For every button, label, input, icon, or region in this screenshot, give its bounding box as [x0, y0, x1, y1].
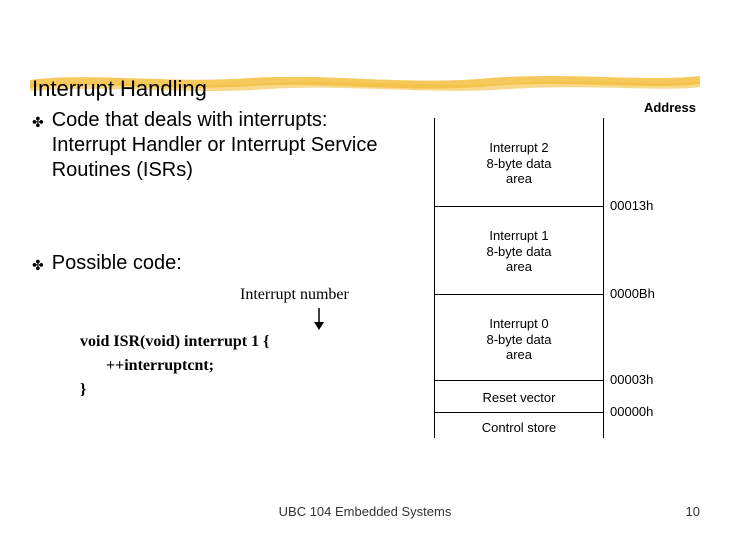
addr-00003h: 00003h [610, 372, 653, 387]
bullet-icon: ✤ [32, 257, 44, 275]
slide-title: Interrupt Handling [32, 76, 207, 102]
code-line-3: } [80, 378, 269, 402]
divider [435, 206, 603, 207]
arrow-down-icon [313, 308, 325, 330]
footer-text: UBC 104 Embedded Systems [0, 504, 730, 519]
code-block: void ISR(void) interrupt 1 { ++interrupt… [80, 330, 269, 402]
divider [435, 294, 603, 295]
slide: Interrupt Handling ✤ Code that deals wit… [0, 0, 730, 547]
divider [435, 412, 603, 413]
addr-00013h: 00013h [610, 198, 653, 213]
bullet-icon: ✤ [32, 114, 44, 132]
segment-control-store: Control store [435, 420, 603, 436]
bullet-item-1: ✤ Code that deals with interrupts: Inter… [32, 108, 402, 183]
segment-interrupt-1: Interrupt 1 8-byte data area [435, 228, 603, 275]
title-wrap: Interrupt Handling [32, 76, 207, 102]
bullet-text-1: Code that deals with interrupts: Interru… [52, 108, 402, 183]
code-line-2: ++interruptcnt; [80, 354, 269, 378]
memory-map-diagram: Address Interrupt 2 8-byte data area Int… [434, 100, 694, 445]
page-number: 10 [686, 504, 700, 519]
bullet-item-2: ✤ Possible code: [32, 251, 402, 276]
divider [435, 380, 603, 381]
segment-interrupt-2: Interrupt 2 8-byte data area [435, 140, 603, 187]
annotation-label: Interrupt number [240, 286, 349, 304]
addr-0000Bh: 0000Bh [610, 286, 655, 301]
bullet-text-2: Possible code: [52, 251, 182, 276]
memory-column: Interrupt 2 8-byte data area Interrupt 1… [434, 118, 604, 438]
code-line-1: void ISR(void) interrupt 1 { [80, 330, 269, 354]
addr-00000h: 00000h [610, 404, 653, 419]
address-heading: Address [644, 100, 696, 115]
segment-interrupt-0: Interrupt 0 8-byte data area [435, 316, 603, 363]
bullet-list: ✤ Code that deals with interrupts: Inter… [32, 108, 402, 276]
segment-reset-vector: Reset vector [435, 390, 603, 406]
